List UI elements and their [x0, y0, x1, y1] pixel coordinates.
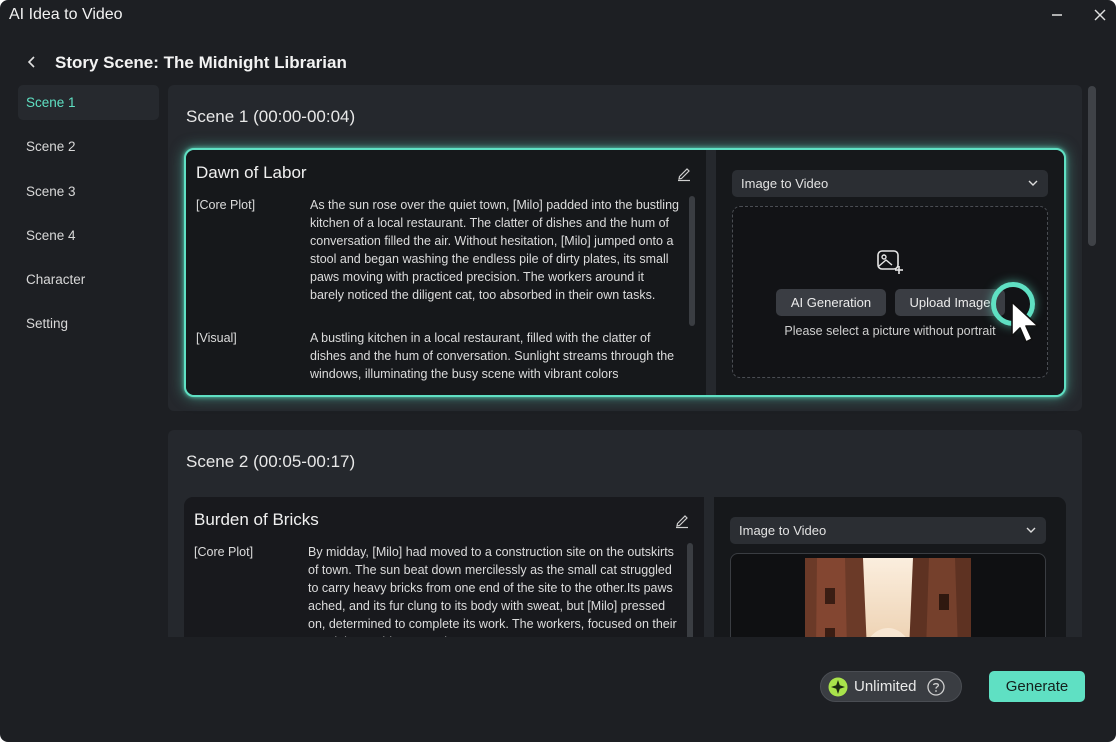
scene-text-pane: Dawn of Labor [Core Plot] As the sun ros…	[186, 150, 706, 395]
text-scrollbar[interactable]	[687, 543, 693, 637]
visual-text[interactable]: A bustling kitchen in a local restaurant…	[310, 329, 680, 383]
media-pane: Image to Video AI Generation Upload Imag	[716, 150, 1064, 395]
scene-card: Burden of Bricks [Core Plot] By midday, …	[184, 497, 1066, 637]
page-title: Story Scene: The Midnight Librarian	[55, 53, 347, 72]
cursor-icon	[1011, 301, 1039, 343]
scene-block: Scene 2 (00:05-00:17) Burden of Bricks […	[168, 430, 1082, 637]
sidebar-item-character[interactable]: Character	[18, 262, 159, 297]
close-icon	[1094, 9, 1106, 21]
chevron-down-icon	[1028, 180, 1038, 186]
close-button[interactable]	[1086, 2, 1114, 28]
scene-card-title: Dawn of Labor	[196, 163, 307, 182]
sidebar-item-scene-4[interactable]: Scene 4	[18, 218, 159, 253]
scene-heading: Scene 2 (00:05-00:17)	[186, 452, 356, 471]
minimize-button[interactable]	[1043, 2, 1071, 28]
scene-sidebar: Scene 1 Scene 2 Scene 3 Scene 4 Characte…	[18, 85, 159, 351]
scene-block: Scene 1 (00:00-00:04) Dawn of Labor [Cor…	[168, 85, 1082, 411]
text-scrollbar[interactable]	[689, 196, 695, 326]
scene-heading: Scene 1 (00:00-00:04)	[186, 107, 356, 126]
scene-card-title: Burden of Bricks	[194, 510, 319, 529]
app-title: AI Idea to Video	[9, 6, 123, 23]
pane-divider	[706, 150, 716, 395]
title-bar: AI Idea to Video	[0, 0, 1116, 30]
help-icon[interactable]	[926, 677, 945, 696]
sidebar-item-scene-3[interactable]: Scene 3	[18, 174, 159, 209]
scene-image-preview[interactable]	[730, 553, 1046, 637]
chevron-left-icon	[27, 56, 35, 68]
sidebar-item-setting[interactable]: Setting	[18, 306, 159, 341]
app-window: AI Idea to Video Story Scene: The Midnig…	[0, 0, 1116, 742]
mode-select-value: Image to Video	[741, 176, 829, 191]
content-scrollbar[interactable]	[1088, 86, 1096, 246]
pencil-icon	[678, 168, 690, 182]
mode-select[interactable]: Image to Video	[730, 517, 1046, 544]
media-pane: Image to Video	[714, 497, 1066, 637]
chevron-down-icon	[1026, 527, 1036, 533]
credit-star-icon	[828, 677, 848, 696]
back-button[interactable]	[20, 50, 44, 74]
edit-button[interactable]	[674, 164, 694, 184]
sidebar-item-scene-1[interactable]: Scene 1	[18, 85, 159, 120]
mode-select[interactable]: Image to Video	[732, 170, 1048, 197]
sidebar-item-scene-2[interactable]: Scene 2	[18, 129, 159, 164]
alley-image	[805, 558, 971, 637]
core-plot-text[interactable]: As the sun rose over the quiet town, [Mi…	[310, 196, 680, 304]
image-add-icon	[877, 250, 903, 274]
core-plot-label: [Core Plot]	[196, 198, 256, 212]
edit-button[interactable]	[672, 511, 692, 531]
page-header: Story Scene: The Midnight Librarian	[0, 44, 1116, 80]
visual-label: [Visual]	[196, 331, 237, 345]
upload-hint: Please select a picture without portrait	[784, 324, 996, 338]
upload-image-button[interactable]: Upload Image	[895, 289, 1005, 316]
core-plot-text[interactable]: By midday, [Milo] had moved to a constru…	[308, 543, 678, 637]
scene-card: Dawn of Labor [Core Plot] As the sun ros…	[184, 148, 1066, 397]
pencil-icon	[676, 515, 688, 529]
minimize-icon	[1052, 14, 1062, 16]
core-plot-label: [Core Plot]	[194, 545, 254, 559]
scene-text-pane: Burden of Bricks [Core Plot] By midday, …	[184, 497, 704, 637]
ai-generation-button[interactable]: AI Generation	[776, 289, 886, 316]
unlimited-label: Unlimited	[854, 678, 917, 695]
scene-list[interactable]: Scene 1 (00:00-00:04) Dawn of Labor [Cor…	[168, 85, 1084, 637]
generate-button[interactable]: Generate	[989, 671, 1085, 702]
pane-divider	[704, 497, 714, 637]
image-drop-zone[interactable]: AI Generation Upload Image Please select…	[732, 206, 1048, 378]
mode-select-value: Image to Video	[739, 523, 827, 538]
unlimited-badge[interactable]: Unlimited	[820, 671, 962, 702]
